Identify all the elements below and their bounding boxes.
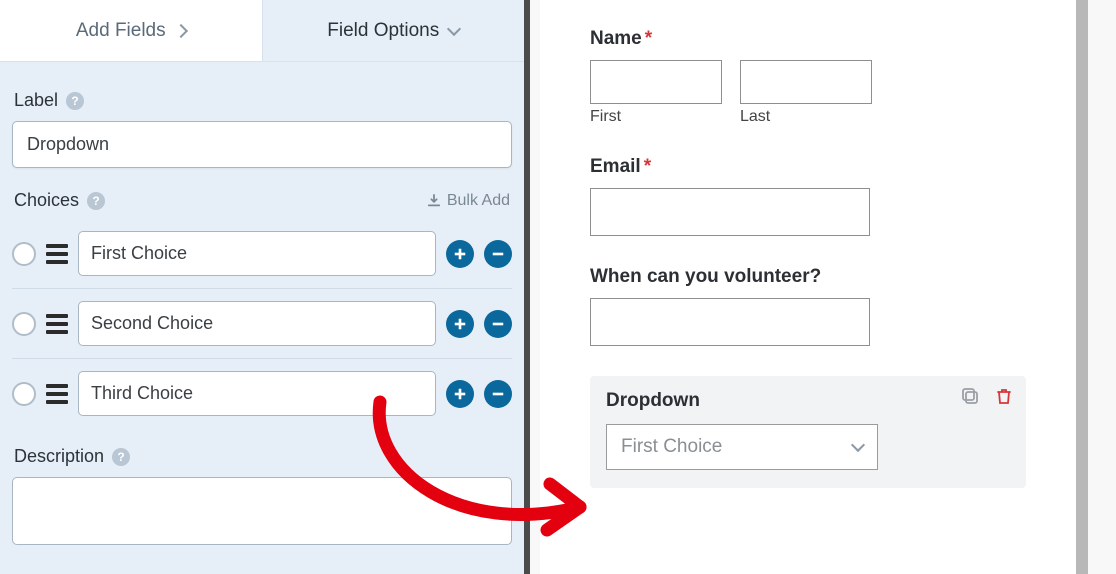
duplicate-icon[interactable] — [960, 386, 980, 406]
add-choice-button[interactable] — [446, 240, 474, 268]
panel-tabs: Add Fields Field Options — [0, 0, 524, 62]
add-choice-button[interactable] — [446, 380, 474, 408]
tab-add-fields[interactable]: Add Fields — [0, 0, 263, 61]
volunteer-input[interactable] — [590, 298, 870, 346]
description-textarea[interactable] — [12, 477, 512, 545]
field-label-text: Email — [590, 156, 641, 177]
label-input[interactable] — [12, 121, 512, 168]
help-icon[interactable]: ? — [112, 448, 130, 466]
choice-input[interactable] — [78, 301, 436, 346]
choice-row — [12, 359, 512, 428]
sub-label: First — [590, 108, 722, 126]
tab-field-options[interactable]: Field Options — [263, 0, 525, 61]
default-radio[interactable] — [12, 242, 36, 266]
dropdown-selected-value: First Choice — [621, 436, 722, 458]
choice-list — [12, 219, 512, 428]
bulk-add-label: Bulk Add — [447, 192, 510, 210]
default-radio[interactable] — [12, 382, 36, 406]
label-section-header: Label ? — [14, 90, 512, 111]
bulk-add-button[interactable]: Bulk Add — [427, 192, 510, 210]
choice-row — [12, 219, 512, 289]
drag-handle-icon[interactable] — [46, 244, 68, 264]
drag-handle-icon[interactable] — [46, 384, 68, 404]
trash-icon[interactable] — [994, 386, 1014, 406]
add-choice-button[interactable] — [446, 310, 474, 338]
remove-choice-button[interactable] — [484, 380, 512, 408]
field-options-panel: Add Fields Field Options Label ? Choices… — [0, 0, 530, 574]
field-label-text: Dropdown — [606, 390, 700, 411]
required-indicator: * — [645, 28, 652, 49]
description-section-header: Description ? — [14, 446, 512, 467]
chevron-down-icon — [447, 21, 461, 35]
choice-row — [12, 289, 512, 359]
choice-input[interactable] — [78, 371, 436, 416]
required-indicator: * — [644, 156, 651, 177]
sub-label: Last — [740, 108, 872, 126]
first-name-input[interactable] — [590, 60, 722, 104]
help-icon[interactable]: ? — [66, 92, 84, 110]
default-radio[interactable] — [12, 312, 36, 336]
download-icon — [427, 194, 441, 208]
last-name-input[interactable] — [740, 60, 872, 104]
tab-label: Field Options — [327, 20, 439, 42]
section-title: Label — [14, 90, 58, 111]
dropdown-field-block[interactable]: Dropdown First Choice — [590, 376, 1026, 488]
chevron-down-icon — [851, 438, 865, 452]
field-label-text: When can you volunteer? — [590, 266, 821, 287]
choice-input[interactable] — [78, 231, 436, 276]
email-field[interactable]: Email* — [590, 156, 1026, 236]
help-icon[interactable]: ? — [87, 192, 105, 210]
name-field[interactable]: Name* First Last — [590, 28, 1026, 126]
remove-choice-button[interactable] — [484, 240, 512, 268]
email-input[interactable] — [590, 188, 870, 236]
dropdown-select[interactable]: First Choice — [606, 424, 878, 470]
section-title: Choices — [14, 190, 79, 211]
field-label-text: Name — [590, 28, 642, 49]
chevron-right-icon — [174, 23, 188, 37]
form-preview-panel: Name* First Last Email* — [530, 0, 1116, 574]
section-title: Description — [14, 446, 104, 467]
remove-choice-button[interactable] — [484, 310, 512, 338]
tab-label: Add Fields — [76, 20, 166, 42]
volunteer-field[interactable]: When can you volunteer? — [590, 266, 1026, 346]
drag-handle-icon[interactable] — [46, 314, 68, 334]
